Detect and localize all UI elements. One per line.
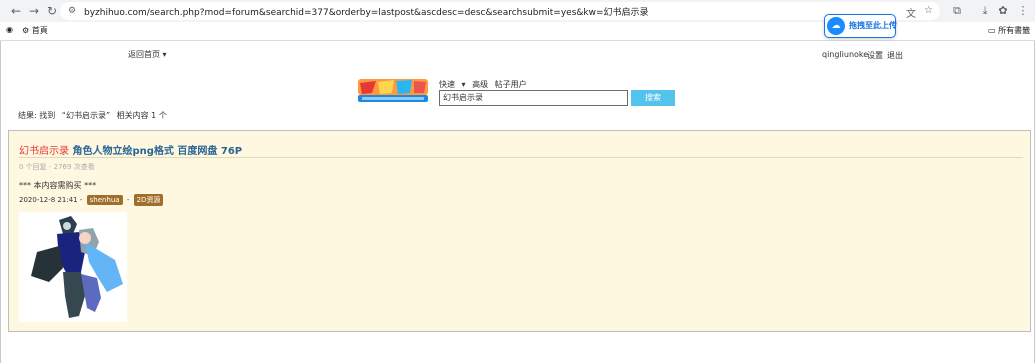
- bookmark-star-icon[interactable]: ☆: [924, 5, 933, 16]
- cloud-upload-icon: ☁: [827, 17, 845, 35]
- reload-icon[interactable]: ↻: [44, 3, 60, 19]
- search-result-item: 幻书启示录 角色人物立绘png格式 百度网盘 76P 0 个回复 - 2769 …: [8, 130, 1031, 332]
- username-link[interactable]: qingliunoke: [822, 50, 868, 59]
- extension-icon[interactable]: ✿: [996, 4, 1010, 18]
- category-tag[interactable]: 2D资源: [133, 194, 164, 206]
- forward-icon[interactable]: →: [26, 3, 42, 19]
- purchase-note: *** 本内容需购买 ***: [19, 181, 97, 190]
- tab-advanced[interactable]: 高级: [472, 80, 488, 89]
- result-title-rest: 角色人物立绘png格式 百度网盘 76P: [72, 146, 243, 157]
- upload-extension-popup[interactable]: ☁ 拖拽至此上传: [824, 14, 897, 38]
- result-meta: 2020-12-8 21:41 - shenhua - 2D资源: [19, 194, 165, 206]
- result-title[interactable]: 幻书启示录 角色人物立绘png格式 百度网盘 76P: [19, 142, 242, 157]
- result-date: 2020-12-8 21:41: [19, 196, 78, 204]
- chevron-down-icon: ▾: [162, 50, 167, 59]
- bookmark-item[interactable]: ⚙ 首頁: [22, 25, 48, 36]
- extensions-icon[interactable]: ⧉: [950, 4, 964, 18]
- back-icon[interactable]: ←: [8, 3, 24, 19]
- results-summary: 结果: 找到 “幻书启示录” 相关内容 1 个: [18, 110, 171, 121]
- url-text[interactable]: byzhihuo.com/search.php?mod=forum&search…: [84, 5, 649, 18]
- search-input[interactable]: 幻书启示录: [439, 90, 628, 106]
- tab-quick[interactable]: 快速 ▾: [439, 80, 466, 89]
- divider: [19, 157, 1023, 158]
- download-icon[interactable]: ⤓: [978, 4, 992, 18]
- logout-link[interactable]: 退出: [887, 50, 903, 61]
- result-stats: 0 个回复 - 2769 次查看: [19, 163, 95, 171]
- search-button[interactable]: 搜索: [631, 90, 675, 106]
- results-prefix: 结果: 找到: [18, 111, 56, 120]
- all-bookmarks-button[interactable]: ▭ 所有書籤: [988, 25, 1030, 36]
- menu-icon[interactable]: ⋮: [1016, 4, 1030, 18]
- site-logo[interactable]: [356, 77, 430, 104]
- translate-icon[interactable]: 文: [906, 5, 916, 20]
- result-title-keyword: 幻书启示录: [19, 146, 69, 157]
- all-bookmarks-label: 所有書籤: [998, 26, 1031, 35]
- upload-extension-label: 拖拽至此上传: [849, 21, 897, 30]
- apps-icon[interactable]: ◉: [6, 25, 13, 34]
- results-keyword: “幻书启示录”: [61, 111, 111, 120]
- result-thumbnail[interactable]: [19, 212, 127, 322]
- settings-link[interactable]: 设置: [867, 50, 883, 61]
- results-suffix: 相关内容 1 个: [116, 111, 167, 120]
- home-link[interactable]: 返回首页 ▾: [128, 49, 167, 60]
- search-tabs: 快速 ▾ 高级 帖子用户: [439, 79, 531, 90]
- author-tag[interactable]: shenhua: [86, 195, 123, 205]
- address-bar[interactable]: ⚙ byzhihuo.com/search.php?mod=forum&sear…: [60, 2, 940, 20]
- tab-quick-label: 快速: [439, 80, 455, 89]
- site-info-icon[interactable]: ⚙: [68, 6, 76, 16]
- tab-post-users[interactable]: 帖子用户: [495, 80, 527, 89]
- home-link-label: 返回首页: [128, 50, 160, 59]
- bookmark-label: 首頁: [31, 26, 48, 35]
